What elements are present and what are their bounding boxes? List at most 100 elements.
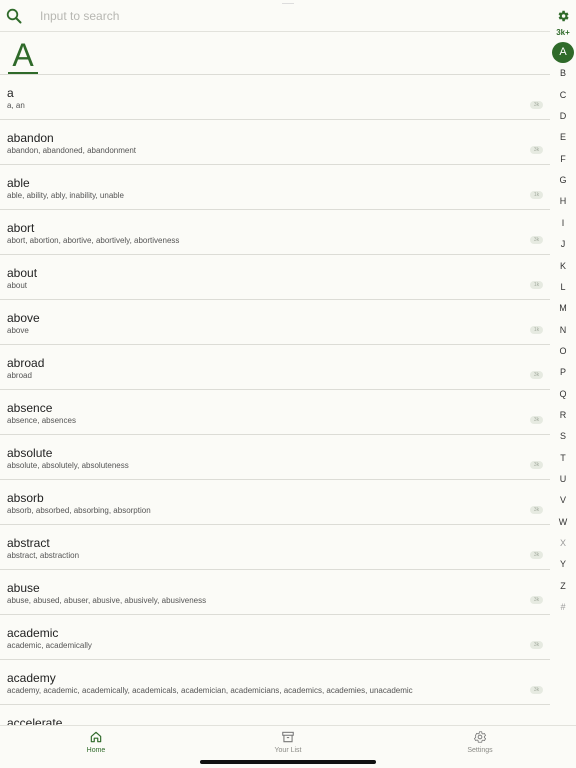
alphabet-letter-e[interactable]: E bbox=[552, 127, 574, 148]
tab-label: Settings bbox=[467, 747, 493, 754]
word-row[interactable]: able able, ability, ably, inability, unab… bbox=[0, 165, 550, 210]
alphabet-letter-z[interactable]: Z bbox=[552, 576, 574, 597]
word-row[interactable]: abroad abroad 3k bbox=[0, 345, 550, 390]
word-forms: abroad bbox=[7, 371, 32, 380]
word-forms: academy, academic, academically, academi… bbox=[7, 686, 413, 695]
alphabet-letter-p[interactable]: P bbox=[552, 362, 574, 383]
word-row[interactable]: absence absence, absences 3k bbox=[0, 390, 550, 435]
word-row[interactable]: absorb absorb, absorbed, absorbing, absor… bbox=[0, 480, 550, 525]
frequency-badge: 3k bbox=[530, 686, 543, 694]
word-title: abstract bbox=[7, 536, 50, 550]
word-row[interactable]: abstract abstract, abstraction 3k bbox=[0, 525, 550, 570]
word-title: able bbox=[7, 176, 30, 190]
alphabet-letter-o[interactable]: O bbox=[552, 341, 574, 362]
word-forms: able, ability, ably, inability, unable bbox=[7, 191, 124, 200]
alphabet-letter-r[interactable]: R bbox=[552, 405, 574, 426]
tab-settings[interactable]: Settings bbox=[430, 730, 530, 760]
home-indicator bbox=[200, 760, 376, 764]
alphabet-letter-c[interactable]: C bbox=[552, 85, 574, 106]
tab-home[interactable]: Home bbox=[46, 730, 146, 760]
alphabet-letter-f[interactable]: F bbox=[552, 149, 574, 170]
frequency-badge: 3k bbox=[530, 371, 543, 379]
search-bar bbox=[0, 0, 550, 32]
alphabet-letter-n[interactable]: N bbox=[552, 320, 574, 341]
word-title: accelerate bbox=[7, 716, 63, 725]
alphabet-letter-j[interactable]: J bbox=[552, 234, 574, 255]
frequency-badge: 3k bbox=[530, 101, 543, 109]
word-forms: abort, abortion, abortive, abortively, a… bbox=[7, 236, 180, 245]
word-title: a bbox=[7, 86, 14, 100]
word-row[interactable]: abuse abuse, abused, abuser, abusive, abu… bbox=[0, 570, 550, 615]
alphabet-letter-g[interactable]: G bbox=[552, 170, 574, 191]
word-title: abroad bbox=[7, 356, 45, 370]
app-root: A aa, an3kabandonabandon, abandoned, aba… bbox=[0, 0, 576, 768]
frequency-badge: 3k bbox=[530, 641, 543, 649]
frequency-badge: 1k bbox=[530, 281, 543, 289]
frequency-badge: 3k bbox=[530, 596, 543, 604]
frequency-badge: 1k bbox=[530, 326, 543, 334]
alphabet-letter-b[interactable]: B bbox=[552, 63, 574, 84]
word-row[interactable]: about about 1k bbox=[0, 255, 550, 300]
word-forms: abuse, abused, abuser, abusive, abusivel… bbox=[7, 596, 207, 605]
frequency-badge: 3k bbox=[530, 506, 543, 514]
alphabet-letter-s[interactable]: S bbox=[552, 426, 574, 447]
tab-label: Home bbox=[86, 747, 106, 754]
frequency-badge: 3k bbox=[530, 551, 543, 559]
word-row[interactable]: abort abort, abortion, abortive, abortive… bbox=[0, 210, 550, 255]
word-title: absence bbox=[7, 401, 53, 415]
word-list: a a, an 3k abandon abandon, abandoned, aband… bbox=[0, 75, 550, 725]
word-row[interactable]: abandon abandon, abandoned, abandonment 3k bbox=[0, 120, 550, 165]
alphabet-letter-hash[interactable]: # bbox=[552, 597, 574, 618]
gear-icon bbox=[430, 730, 530, 744]
word-title: abort bbox=[7, 221, 35, 235]
frequency-badge: 1k bbox=[530, 191, 543, 199]
frequency-badge: 3k bbox=[530, 416, 543, 424]
word-row[interactable]: accelerate bbox=[0, 705, 550, 725]
word-row[interactable]: a a, an 3k bbox=[0, 75, 550, 120]
search-input[interactable] bbox=[40, 7, 520, 25]
word-title: absolute bbox=[7, 446, 53, 460]
alphabet-letter-h[interactable]: H bbox=[552, 191, 574, 212]
alphabet-letter-y[interactable]: Y bbox=[552, 554, 574, 575]
alphabet-letter-v[interactable]: V bbox=[552, 490, 574, 511]
word-forms: absolute, absolutely, absoluteness bbox=[7, 461, 129, 470]
tab-your-list[interactable]: Your List bbox=[238, 730, 338, 760]
alphabet-letter-a[interactable]: A bbox=[552, 42, 574, 63]
word-title: about bbox=[7, 266, 38, 280]
alphabet-letter-u[interactable]: U bbox=[552, 469, 574, 490]
word-row[interactable]: academic academic, academically 3k bbox=[0, 615, 550, 660]
word-row[interactable]: absolute absolute, absolutely, absolutene… bbox=[0, 435, 550, 480]
home-icon bbox=[46, 730, 146, 744]
frequency-badge: 3k bbox=[530, 146, 543, 154]
top-notch bbox=[282, 0, 294, 4]
word-forms: absorb, absorbed, absorbing, absorption bbox=[7, 506, 151, 515]
word-forms: above bbox=[7, 326, 29, 335]
word-title: abuse bbox=[7, 581, 40, 595]
word-forms: abandon, abandoned, abandonment bbox=[7, 146, 137, 155]
alphabet-letter-l[interactable]: L bbox=[552, 277, 574, 298]
word-forms: a, an bbox=[7, 101, 25, 110]
word-row[interactable]: above above 1k bbox=[0, 300, 550, 345]
word-forms: absence, absences bbox=[7, 416, 76, 425]
word-row[interactable]: academy academy, academic, academically, … bbox=[0, 660, 550, 705]
section-header: A bbox=[0, 32, 550, 75]
alphabet-letter-i[interactable]: I bbox=[552, 213, 574, 234]
alphabet-letter-t[interactable]: T bbox=[552, 448, 574, 469]
word-forms: abstract, abstraction bbox=[7, 551, 80, 560]
frequency-badge: 3k bbox=[530, 461, 543, 469]
word-forms: academic, academically bbox=[7, 641, 92, 650]
alphabet-letter-d[interactable]: D bbox=[552, 106, 574, 127]
word-title: absorb bbox=[7, 491, 44, 505]
settings-gear-icon[interactable] bbox=[556, 9, 570, 23]
alphabet-letter-x[interactable]: X bbox=[552, 533, 574, 554]
word-count-badge: 3k+ bbox=[556, 28, 570, 37]
search-icon[interactable] bbox=[6, 8, 22, 24]
alphabet-letter-q[interactable]: Q bbox=[552, 384, 574, 405]
alphabet-letter-m[interactable]: M bbox=[552, 298, 574, 319]
alphabet-letter-w[interactable]: W bbox=[552, 512, 574, 533]
tab-label: Your List bbox=[274, 747, 302, 754]
archive-icon bbox=[238, 730, 338, 744]
alphabet-letter-k[interactable]: K bbox=[552, 256, 574, 277]
section-letter: A bbox=[8, 36, 38, 74]
word-title: abandon bbox=[7, 131, 54, 145]
